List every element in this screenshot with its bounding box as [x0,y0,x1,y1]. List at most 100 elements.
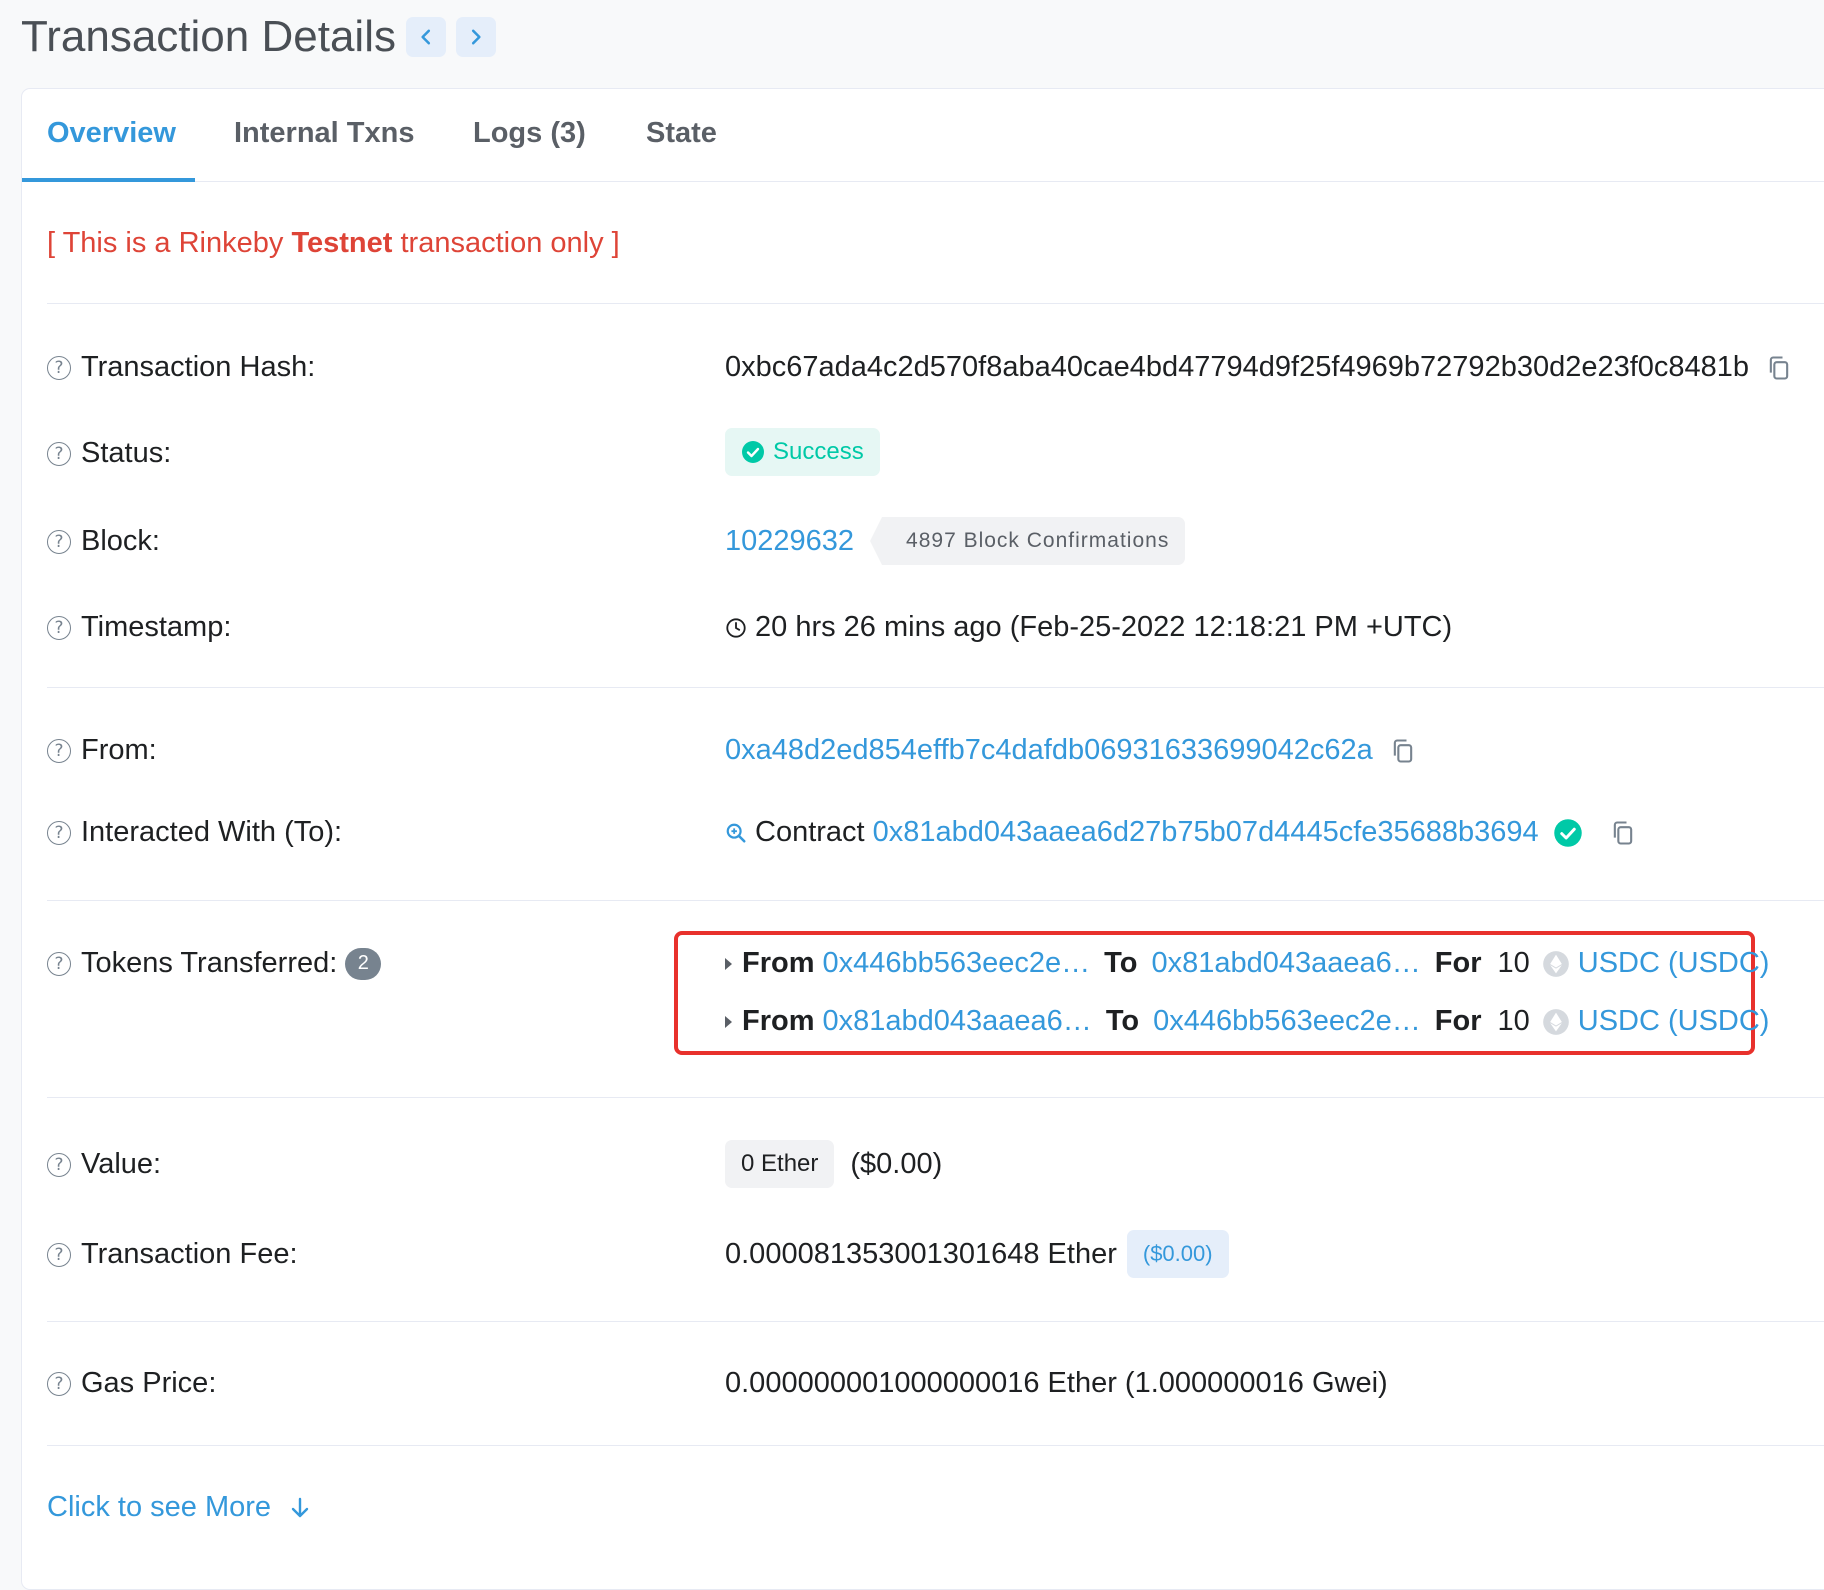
transfer-for-label: For [1434,947,1482,979]
transfer-from-label: From [742,947,815,979]
divider [47,1097,1824,1098]
block-value-row: 10229632 4897 Block Confirmations [725,517,1186,565]
copy-icon[interactable] [1765,354,1793,382]
help-circle-icon[interactable]: ? [47,951,71,976]
transfer-token-link[interactable]: USDC (USDC) [1578,947,1770,980]
clock-icon [726,617,746,638]
status-label: Status: [81,437,172,469]
transfer-to-label: To [1104,947,1138,979]
tokens-count-badge: 2 [345,947,382,980]
fee-usd-pill: ($0.00) [1126,1230,1229,1278]
help-circle-icon[interactable]: ? [47,1371,71,1396]
divider [47,900,1824,901]
notice-prefix: [ This is a Rinkeby [47,227,292,259]
copy-icon[interactable] [1389,737,1417,765]
help-circle-icon[interactable]: ? [47,1242,71,1267]
eth-coin-icon [1542,950,1569,977]
tab-logs[interactable]: Logs (3) [473,89,586,181]
fee-label: Transaction Fee: [81,1238,298,1270]
contract-prefix: Contract [755,816,865,848]
eth-coin-icon [1542,1008,1569,1035]
active-tab-indicator [22,178,195,182]
value-usd: ($0.00) [850,1147,943,1180]
token-transfer-row: From 0x446bb563eec2e… To 0x81abd043aaea6… [725,947,1769,980]
help-circle-icon[interactable]: ? [47,738,71,763]
tab-overview[interactable]: Overview [47,89,176,181]
timestamp-label-row: ? Timestamp: [47,611,231,644]
hash-label: Transaction Hash: [81,351,316,383]
transfer-amount: 10 [1497,1005,1530,1037]
chevron-left-icon [421,29,431,45]
transfer-for-label: For [1434,1005,1482,1037]
help-circle-icon[interactable]: ? [47,355,71,380]
value-ether-pill: 0 Ether [725,1140,835,1188]
tokens-label-row: ? Tokens Transferred: 2 [47,947,382,980]
check-circle-icon [742,441,764,463]
timestamp-label: Timestamp: [81,611,232,643]
token-transfer-row: From 0x81abd043aaea6… To 0x446bb563eec2e… [725,1005,1769,1038]
transfer-from-address[interactable]: 0x446bb563eec2e… [823,947,1091,980]
fee-label-row: ? Transaction Fee: [47,1238,298,1271]
gas-price-value: 0.000000001000000016 Ether (1.000000016 … [725,1367,1388,1399]
divider [47,687,1824,688]
prev-transaction-button[interactable] [405,17,446,57]
search-contract-icon [726,823,746,843]
chevron-right-icon [471,29,481,45]
notice-bold: Testnet [291,227,393,259]
tokens-label: Tokens Transferred: [81,947,338,979]
transfer-to-address[interactable]: 0x81abd043aaea6… [1151,947,1420,980]
caret-right-icon[interactable] [725,957,732,970]
fee-value: 0.000081353001301648 Ether [725,1237,1117,1270]
contract-address-link[interactable]: 0x81abd043aaea6d27b75b07d4445cfe35688b36… [873,816,1539,849]
transfer-token-link[interactable]: USDC (USDC) [1578,1005,1770,1038]
divider [47,303,1824,304]
copy-icon[interactable] [1609,819,1637,847]
tab-internal-txns[interactable]: Internal Txns [234,89,415,181]
notice-suffix: transaction only ] [392,227,620,259]
see-more-link[interactable]: Click to see More [47,1491,311,1524]
from-label: From: [81,734,157,766]
divider [47,1321,1824,1322]
fee-value-row: 0.000081353001301648 Ether ($0.00) [725,1230,1229,1278]
transfer-from-address[interactable]: 0x81abd043aaea6… [823,1005,1092,1038]
arrow-down-icon [291,1497,309,1517]
help-circle-icon[interactable]: ? [47,615,71,640]
block-label: Block: [81,525,160,557]
help-circle-icon[interactable]: ? [47,1152,71,1177]
block-number-link[interactable]: 10229632 [725,525,854,558]
help-circle-icon[interactable]: ? [47,529,71,554]
transfer-from-label: From [742,1005,815,1037]
gas-label-row: ? Gas Price: [47,1367,216,1400]
to-label-row: ? Interacted With (To): [47,816,342,849]
page-title: Transaction Details [21,12,396,61]
value-value-row: 0 Ether ($0.00) [725,1140,942,1188]
value-label-row: ? Value: [47,1148,161,1181]
status-label-row: ? Status: [47,437,171,470]
page-header: Transaction Details [21,12,496,62]
testnet-notice: [ This is a Rinkeby Testnet transaction … [47,227,620,260]
timestamp-value-row: 20 hrs 26 mins ago (Feb-25-2022 12:18:21… [725,611,1452,644]
transfer-to-address[interactable]: 0x446bb563eec2e… [1153,1005,1421,1038]
to-value-row: Contract 0x81abd043aaea6d27b75b07d4445cf… [725,816,1637,849]
see-more-label: Click to see More [47,1491,272,1523]
value-label: Value: [81,1148,162,1180]
block-label-row: ? Block: [47,525,160,558]
transaction-card: Overview Internal Txns Logs (3) State [ … [21,88,1824,1590]
timestamp-value: 20 hrs 26 mins ago (Feb-25-2022 12:18:21… [755,611,1453,643]
from-label-row: ? From: [47,734,157,767]
next-transaction-button[interactable] [455,17,496,57]
from-address-link[interactable]: 0xa48d2ed854effb7c4dafdb06931633699042c6… [725,734,1373,767]
help-circle-icon[interactable]: ? [47,820,71,845]
transaction-hash: 0xbc67ada4c2d570f8aba40cae4bd47794d9f25f… [725,351,1750,383]
help-circle-icon[interactable]: ? [47,441,71,466]
hash-value-row: 0xbc67ada4c2d570f8aba40cae4bd47794d9f25f… [725,351,1793,384]
transfer-amount: 10 [1497,947,1530,979]
divider [47,1445,1824,1446]
to-label: Interacted With (To): [81,816,343,848]
from-value-row: 0xa48d2ed854effb7c4dafdb06931633699042c6… [725,734,1417,767]
tab-state[interactable]: State [646,89,717,181]
transfer-to-label: To [1105,1005,1140,1037]
hash-label-row: ? Transaction Hash: [47,351,315,384]
caret-right-icon[interactable] [725,1015,732,1028]
status-badge: Success [725,428,880,476]
